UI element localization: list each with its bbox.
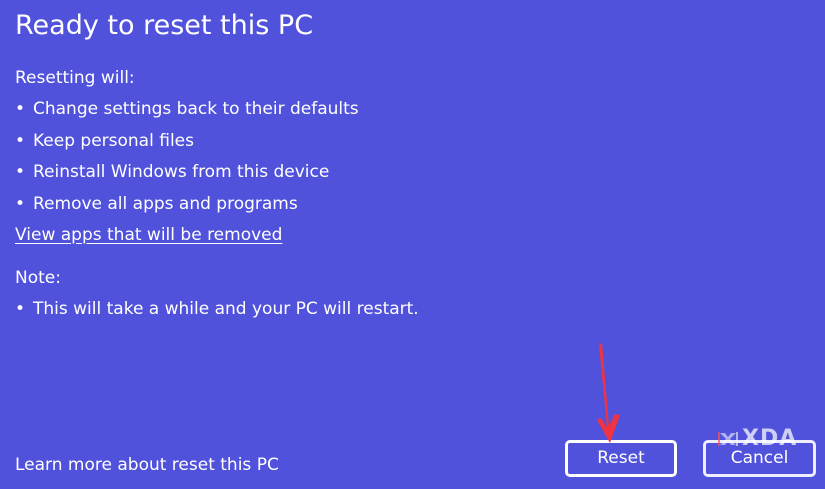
red-arrow-icon [597,343,620,443]
resetting-item-text: Reinstall Windows from this device [33,162,330,182]
resetting-item-text: Keep personal files [33,130,194,151]
bullet-icon: • [15,299,26,319]
xda-watermark: XDA [717,427,797,451]
bullet-icon: • [15,162,26,182]
resetting-item-text: Change settings back to their defaults [33,99,359,119]
reset-button[interactable]: Reset [565,440,677,477]
note-label: Note: [15,268,61,288]
view-apps-link[interactable]: View apps that will be removed [15,224,282,246]
bullet-icon: • [15,130,26,151]
xda-logo-icon [718,432,738,446]
reset-pc-dialog: Ready to reset this PC Resetting will: •… [0,0,825,489]
bullet-icon: • [15,99,26,119]
learn-more-link[interactable]: Learn more about reset this PC [15,454,279,476]
dialog-title: Ready to reset this PC [15,10,314,41]
note-item-text: This will take a while and your PC will … [33,299,419,319]
xda-watermark-text: XDA [742,426,798,451]
resetting-item-text: Remove all apps and programs [33,193,298,214]
resetting-will-label: Resetting will: [15,68,135,88]
bullet-icon: • [15,193,26,214]
